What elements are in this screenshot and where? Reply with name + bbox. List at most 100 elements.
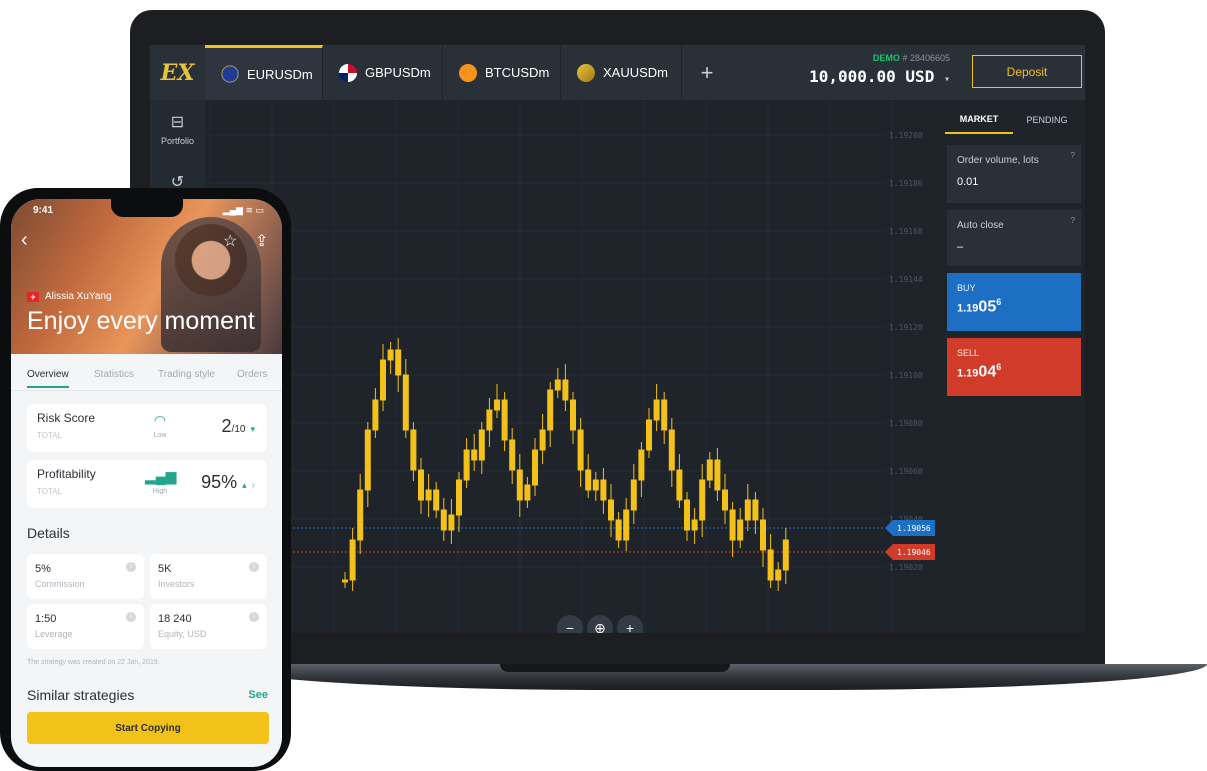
tab-btcusdm[interactable]: BTCUSDm xyxy=(443,45,561,100)
tab-label: BTCUSDm xyxy=(485,65,550,80)
info-icon[interactable]: i xyxy=(249,562,259,572)
sidebar-item-portfolio[interactable]: ⊟ Portfolio xyxy=(150,112,205,146)
candle-body xyxy=(440,509,447,531)
tab-gbpusdm[interactable]: GBPUSDm xyxy=(323,45,443,100)
balance-value: 10,000.00 USD xyxy=(809,67,935,86)
phone-notch xyxy=(111,199,183,217)
candle-body xyxy=(380,359,386,401)
sell-button[interactable]: SELL 1.19046 xyxy=(947,338,1081,396)
chevron-right-icon: › xyxy=(251,480,255,491)
profitability-title: Profitability xyxy=(37,467,96,481)
buy-price: 1.19056 xyxy=(957,297,1002,316)
zoom-in-button[interactable]: + xyxy=(617,615,643,633)
candle-body xyxy=(547,389,554,431)
see-all-link[interactable]: See xyxy=(248,689,268,701)
candle-body xyxy=(714,459,721,491)
candle-body xyxy=(744,499,751,521)
laptop-hinge xyxy=(500,664,730,672)
start-copying-button[interactable]: Start Copying xyxy=(27,712,269,744)
candle-body xyxy=(676,469,683,501)
candle-body xyxy=(615,519,622,541)
equity-card: 18 240 Equity, USD i xyxy=(150,604,267,649)
candle-body xyxy=(737,519,744,541)
strategy-tabs: Overview Statistics Trading style Orders xyxy=(11,359,282,391)
candle-body xyxy=(532,449,538,486)
balance-selector[interactable]: 10,000.00 USD ▾ xyxy=(790,67,950,86)
candle-body xyxy=(387,349,394,361)
profitability-card[interactable]: Profitability TOTAL ▂▄▆ High 95% ▴ › xyxy=(27,460,267,508)
order-panel: MARKET PENDING Order volume, lots 0.01 ?… xyxy=(945,100,1085,633)
candle-body xyxy=(760,519,766,551)
info-icon[interactable]: i xyxy=(126,612,136,622)
buy-button[interactable]: BUY 1.19056 xyxy=(947,273,1081,331)
info-icon[interactable]: i xyxy=(126,562,136,572)
order-volume-field[interactable]: Order volume, lots 0.01 ? xyxy=(947,145,1081,203)
y-tick-label: 1.19020 xyxy=(889,563,923,572)
candle-body xyxy=(456,479,462,516)
candle-body xyxy=(668,429,675,471)
tab-label: GBPUSDm xyxy=(365,65,431,80)
signal-wifi-battery-icon: ▂▄▆ ≋ ▭ xyxy=(222,205,264,215)
investors-value: 5K xyxy=(158,563,172,575)
star-icon[interactable]: ☆ xyxy=(223,231,237,251)
candle-body xyxy=(684,499,690,531)
account-info: DEMO # 28406605 xyxy=(840,53,950,63)
auto-close-value: – xyxy=(957,241,964,253)
caret-up-icon: ▴ xyxy=(242,480,247,490)
info-icon[interactable]: i xyxy=(249,612,259,622)
candle-body xyxy=(706,459,713,481)
tab-eurusdm[interactable]: EURUSDm xyxy=(205,45,323,100)
candle-body xyxy=(448,514,455,531)
price-chart[interactable]: 1.19200 1.19186 1.19168 1.19144 1.19120 1.191… xyxy=(205,100,940,633)
candle-body xyxy=(486,409,493,431)
candle-body xyxy=(752,499,759,521)
help-icon[interactable]: ? xyxy=(1071,151,1075,160)
tab-xauusdm[interactable]: XAUUSDm xyxy=(561,45,682,100)
gauge-icon: ◠ xyxy=(153,412,167,428)
tab-orders[interactable]: Orders xyxy=(237,369,268,380)
swiss-flag-icon: + xyxy=(27,291,39,302)
candle-body xyxy=(478,429,485,461)
share-icon[interactable]: ⇪ xyxy=(255,231,268,251)
candle-body xyxy=(623,509,630,541)
auto-close-field[interactable]: Auto close – ? xyxy=(947,210,1081,266)
caret-down-icon: ▾ xyxy=(250,424,255,434)
tab-pending[interactable]: PENDING xyxy=(1013,106,1081,134)
exness-logo[interactable]: EX xyxy=(150,45,205,100)
help-icon[interactable]: ? xyxy=(1071,216,1075,225)
ask-price-label: 1.19056 xyxy=(897,524,931,533)
candle-body xyxy=(539,429,546,451)
zoom-controls: − ⊕ + xyxy=(557,615,643,633)
similar-strategies-heading: Similar strategies xyxy=(27,687,135,703)
order-volume-label: Order volume, lots xyxy=(957,155,1039,166)
sidebar-item-label: Portfolio xyxy=(160,136,195,146)
profitability-level: High xyxy=(152,488,168,495)
candle-body xyxy=(410,429,417,471)
account-number: # 28406605 xyxy=(902,53,950,63)
candle-body xyxy=(577,429,584,471)
candle-body xyxy=(425,489,432,501)
copy-trading-app: 9:41 ▂▄▆ ≋ ▭ ‹ ☆ ⇪ + Alissia XuYang Enjo… xyxy=(11,199,282,767)
deposit-button[interactable]: Deposit xyxy=(972,55,1082,88)
btc-icon xyxy=(459,63,477,82)
candlestick-chart: 1.19200 1.19186 1.19168 1.19144 1.19120 1.191… xyxy=(205,100,935,633)
candle-body xyxy=(471,449,478,461)
add-tab-button[interactable]: + xyxy=(682,45,732,100)
y-tick-label: 1.19200 xyxy=(889,131,923,140)
y-tick-label: 1.19100 xyxy=(889,371,923,380)
details-heading: Details xyxy=(27,525,70,541)
gb-flag-icon xyxy=(339,63,357,82)
candle-body xyxy=(501,399,508,441)
tab-market[interactable]: MARKET xyxy=(945,106,1013,134)
candle-body xyxy=(782,539,789,571)
risk-level: Low xyxy=(153,432,167,439)
tab-statistics[interactable]: Statistics xyxy=(94,369,134,380)
zoom-out-button[interactable]: − xyxy=(557,615,583,633)
tab-trading-style[interactable]: Trading style xyxy=(158,369,215,380)
order-tabs: MARKET PENDING xyxy=(945,106,1081,134)
risk-score-card[interactable]: Risk Score TOTAL ◠ Low 2/10 ▾ xyxy=(27,404,267,452)
auto-close-label: Auto close xyxy=(957,220,1004,231)
tab-overview[interactable]: Overview xyxy=(27,369,69,388)
reset-view-button[interactable]: ⊕ xyxy=(587,615,613,633)
back-arrow-icon[interactable]: ‹ xyxy=(21,229,28,252)
